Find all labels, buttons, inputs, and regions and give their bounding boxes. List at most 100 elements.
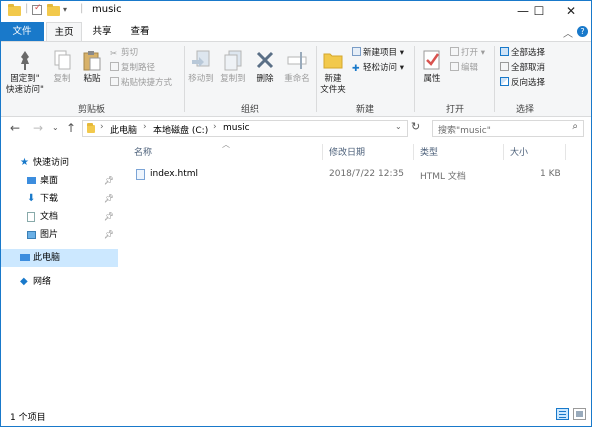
- copy-button[interactable]: 复制: [48, 48, 76, 85]
- file-list: ︿ 名称 修改日期 类型 大小 index.html 2018/7/22 12:…: [122, 140, 592, 403]
- organize-group-label: 组织: [240, 105, 259, 115]
- column-divider[interactable]: [565, 144, 566, 160]
- address-bar[interactable]: › 此电脑 › 本地磁盘 (C:) › music ⌄: [82, 120, 408, 137]
- file-size: 1 KB: [540, 169, 561, 179]
- tab-share[interactable]: 共享: [84, 22, 120, 41]
- pin-label-2: 快速访问": [6, 85, 44, 95]
- edit-button[interactable]: 编辑: [450, 62, 478, 74]
- forward-arrow-icon[interactable]: →: [33, 121, 43, 135]
- paste-button[interactable]: 粘贴: [78, 48, 106, 85]
- nav-desktop-label: 桌面: [40, 176, 59, 186]
- paste-shortcut-button[interactable]: 粘贴快捷方式: [110, 77, 172, 89]
- separator: |: [25, 3, 29, 14]
- chevron-right-icon: ›: [143, 122, 147, 132]
- back-arrow-icon[interactable]: ←: [10, 121, 20, 135]
- move-to-button[interactable]: 移动到: [186, 48, 216, 85]
- separator: |: [80, 3, 84, 14]
- open-button[interactable]: 打开 ▾: [450, 47, 485, 59]
- collapse-ribbon-icon[interactable]: ︿: [563, 25, 573, 40]
- nav-this-pc[interactable]: 此电脑: [0, 249, 118, 267]
- properties-button[interactable]: 属性: [418, 48, 446, 85]
- nav-documents-label: 文档: [40, 212, 59, 222]
- column-divider[interactable]: [322, 144, 323, 160]
- sort-up-icon: ︿: [222, 140, 230, 149]
- new-item-icon: [352, 47, 361, 56]
- select-all-button[interactable]: 全部选择: [500, 47, 545, 59]
- nav-downloads-label: 下载: [40, 194, 59, 204]
- select-none-label: 全部取消: [511, 63, 546, 73]
- column-header-modified[interactable]: 修改日期: [329, 145, 365, 158]
- download-icon: ⬇: [27, 193, 36, 204]
- pin-icon: 📌︎: [103, 176, 114, 185]
- copy-to-label: 复制到: [220, 74, 246, 84]
- file-modified: 2018/7/22 12:35: [329, 169, 404, 179]
- rename-button[interactable]: 重命名: [280, 48, 314, 85]
- computer-icon: [20, 254, 30, 261]
- cut-button[interactable]: ✂ 剪切: [110, 47, 138, 59]
- nav-network[interactable]: ◆ 网络: [0, 273, 118, 291]
- quick-access-dropdown-icon[interactable]: ▾: [63, 5, 67, 14]
- help-icon[interactable]: ?: [577, 26, 588, 37]
- edit-icon: [450, 62, 459, 71]
- delete-button[interactable]: 删除: [252, 48, 278, 85]
- column-divider[interactable]: [413, 144, 414, 160]
- breadcrumb-this-pc[interactable]: 此电脑: [110, 123, 137, 136]
- tab-view[interactable]: 查看: [122, 22, 158, 41]
- column-divider[interactable]: [503, 144, 504, 160]
- paste-label: 粘贴: [83, 74, 101, 84]
- invert-selection-button[interactable]: 反向选择: [500, 77, 545, 89]
- up-arrow-icon[interactable]: ↑: [66, 121, 76, 135]
- close-button[interactable]: ✕: [548, 0, 592, 22]
- delete-label: 删除: [256, 74, 274, 84]
- new-folder-icon[interactable]: [47, 4, 60, 16]
- nav-desktop[interactable]: 桌面 📌︎: [0, 172, 118, 190]
- pin-icon: 📌︎: [103, 212, 114, 221]
- refresh-icon[interactable]: ↻: [411, 120, 420, 133]
- recent-locations-icon[interactable]: ⌄: [52, 123, 59, 132]
- new-group-label: 新建: [355, 105, 374, 115]
- invert-selection-label: 反向选择: [511, 78, 546, 88]
- scissors-icon: ✂: [110, 49, 118, 59]
- breadcrumb-music[interactable]: music: [223, 123, 250, 133]
- new-folder-button[interactable]: 新建 文件夹: [318, 48, 348, 96]
- file-type: HTML 文档: [420, 172, 466, 182]
- copy-path-button[interactable]: 复制路径: [110, 62, 155, 74]
- properties-icon[interactable]: ✓: [32, 3, 42, 15]
- cut-label: 剪切: [121, 48, 139, 58]
- select-group-label: 选择: [515, 105, 534, 115]
- nav-pictures[interactable]: 图片 📌︎: [0, 226, 118, 244]
- address-dropdown-icon[interactable]: ⌄: [395, 122, 402, 131]
- copy-label: 复制: [53, 74, 71, 84]
- select-none-button[interactable]: 全部取消: [500, 62, 545, 74]
- tab-home[interactable]: 主页: [46, 22, 82, 41]
- nav-quick-access[interactable]: ★ 快速访问: [0, 154, 118, 172]
- pin-quick-access-button[interactable]: 固定到" 快速访问": [4, 48, 46, 96]
- column-header-size[interactable]: 大小: [510, 145, 528, 158]
- copy-to-button[interactable]: 复制到: [218, 48, 248, 85]
- copy-icon: [50, 48, 74, 72]
- new-item-button[interactable]: 新建项目 ▾: [352, 47, 404, 59]
- easy-access-button[interactable]: ✚ 轻松访问 ▾: [352, 62, 404, 74]
- search-input[interactable]: 搜索"music": [438, 123, 491, 136]
- tab-file[interactable]: 文件: [0, 22, 44, 41]
- search-icon[interactable]: ⌕: [572, 121, 578, 132]
- column-header-type[interactable]: 类型: [420, 145, 438, 158]
- copy-path-icon: [110, 62, 119, 71]
- breadcrumb-local-disk[interactable]: 本地磁盘 (C:): [153, 123, 208, 136]
- clipboard-group-label: 剪贴板: [77, 105, 105, 115]
- details-view-icon[interactable]: [556, 408, 569, 420]
- nav-downloads[interactable]: ⬇ 下载 📌︎: [0, 190, 118, 208]
- search-box[interactable]: 搜索"music" ⌕: [432, 120, 584, 137]
- paste-shortcut-label: 粘贴快捷方式: [121, 78, 173, 88]
- table-row[interactable]: index.html 2018/7/22 12:35 HTML 文档 1 KB: [132, 165, 582, 183]
- star-icon: ★: [20, 157, 29, 168]
- rename-icon: [285, 48, 309, 72]
- nav-documents[interactable]: 文档 📌︎: [0, 208, 118, 226]
- column-header-name[interactable]: 名称: [134, 145, 152, 158]
- large-icons-view-icon[interactable]: [573, 408, 586, 420]
- properties-label: 属性: [423, 74, 441, 84]
- new-folder-label-2: 文件夹: [320, 85, 346, 95]
- folder-icon: [87, 123, 95, 133]
- open-icon: [450, 47, 459, 56]
- properties-check-icon: [420, 48, 444, 72]
